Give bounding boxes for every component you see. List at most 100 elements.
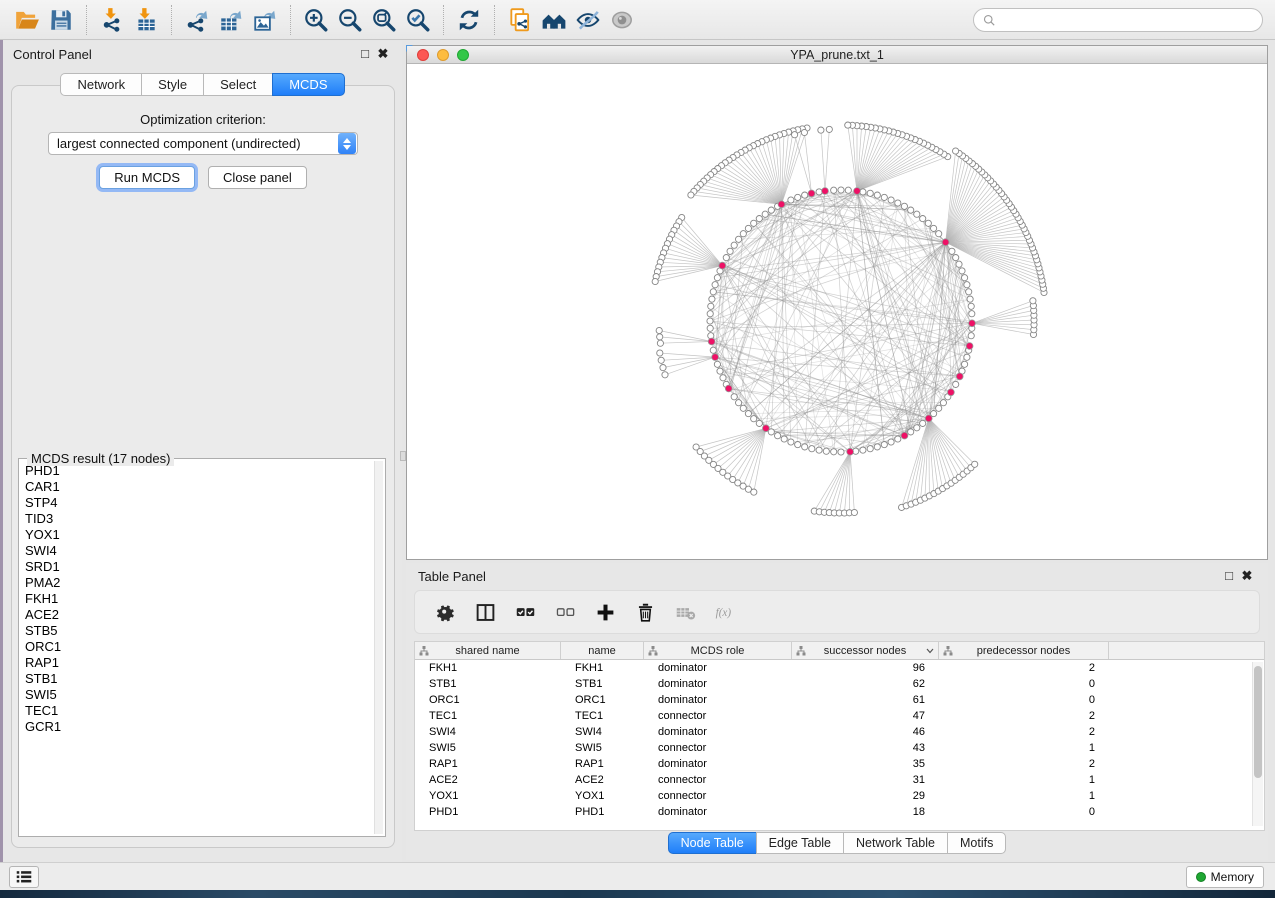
float-panel-icon[interactable]: □ <box>1220 567 1238 585</box>
table-cell: 35 <box>792 758 939 770</box>
mcds-result-item[interactable]: PHD1 <box>23 463 373 479</box>
search-field[interactable] <box>973 8 1263 32</box>
table-cell: PHD1 <box>415 806 561 818</box>
save-session-button[interactable] <box>44 4 78 36</box>
tab-network[interactable]: Network <box>60 73 141 96</box>
mcds-result-item[interactable]: STB1 <box>23 671 373 687</box>
table-row[interactable]: ORC1ORC1dominator610 <box>415 692 1264 708</box>
zoom-in-button[interactable] <box>299 4 333 36</box>
column-header-mcds-role[interactable]: MCDS role <box>644 642 792 659</box>
table-row[interactable]: SWI5SWI5connector431 <box>415 740 1264 756</box>
refresh-button[interactable] <box>452 4 486 36</box>
table-cell: ORC1 <box>415 694 561 706</box>
mcds-result-item[interactable]: SRD1 <box>23 559 373 575</box>
table-row[interactable]: RAP1RAP1dominator352 <box>415 756 1264 772</box>
table-row[interactable]: FKH1FKH1dominator962 <box>415 660 1264 676</box>
deselect-all-button[interactable] <box>555 602 576 623</box>
mcds-result-item[interactable]: STB5 <box>23 623 373 639</box>
table-row[interactable]: STB1STB1dominator620 <box>415 676 1264 692</box>
column-header-name[interactable]: name <box>561 642 644 659</box>
fx-icon: f(x) <box>715 602 736 623</box>
mcds-result-item[interactable]: ACE2 <box>23 607 373 623</box>
create-column-button[interactable] <box>595 602 616 623</box>
select-all-button[interactable] <box>515 602 536 623</box>
tab-style[interactable]: Style <box>141 73 203 96</box>
mcds-result-item[interactable]: FKH1 <box>23 591 373 607</box>
task-history-button[interactable] <box>9 866 39 888</box>
table-cell: 62 <box>792 678 939 690</box>
table-cell: 47 <box>792 710 939 722</box>
clone-network-button[interactable] <box>503 4 537 36</box>
zoom-selected-button[interactable] <box>401 4 435 36</box>
mcds-result-item[interactable]: SWI4 <box>23 543 373 559</box>
delete-column-button[interactable] <box>635 602 656 623</box>
control-panel: Control Panel □ ✖ Network Style Select M… <box>3 41 402 862</box>
tab-mcds[interactable]: MCDS <box>272 73 344 96</box>
memory-button[interactable]: Memory <box>1186 866 1264 888</box>
table-row[interactable]: TEC1TEC1connector472 <box>415 708 1264 724</box>
close-panel-icon[interactable]: ✖ <box>1238 567 1256 585</box>
mcds-result-item[interactable]: ORC1 <box>23 639 373 655</box>
table-panel: Table Panel □ ✖ <box>406 563 1268 860</box>
table-cell: 1 <box>939 774 1109 786</box>
mcds-result-item[interactable]: CAR1 <box>23 479 373 495</box>
tab-select[interactable]: Select <box>203 73 272 96</box>
column-label: predecessor nodes <box>977 645 1071 657</box>
home-button[interactable] <box>537 4 571 36</box>
table-row[interactable]: YOX1YOX1connector291 <box>415 788 1264 804</box>
table-row[interactable]: SWI4SWI4dominator462 <box>415 724 1264 740</box>
function-builder-button[interactable]: f(x) <box>715 602 736 623</box>
column-label: name <box>588 645 616 657</box>
import-table-button[interactable] <box>129 4 163 36</box>
delete-table-button[interactable] <box>675 602 696 623</box>
optimization-criterion-select[interactable]: largest connected component (undirected) <box>48 132 358 155</box>
network-titlebar[interactable]: YPA_prune.txt_1 <box>407 46 1267 64</box>
table-cell: 61 <box>792 694 939 706</box>
table-cell: SWI5 <box>561 742 644 754</box>
import-network-button[interactable] <box>95 4 129 36</box>
tab-motifs[interactable]: Motifs <box>947 832 1006 854</box>
mcds-result-item[interactable]: STP4 <box>23 495 373 511</box>
scrollbar-thumb[interactable] <box>1254 666 1262 778</box>
mcds-list-scrollbar[interactable] <box>374 461 383 834</box>
tab-edge-table[interactable]: Edge Table <box>756 832 843 854</box>
table-options-button[interactable] <box>435 602 456 623</box>
float-panel-icon[interactable]: □ <box>356 45 374 63</box>
trash-icon <box>635 602 656 623</box>
mcds-result-item[interactable]: YOX1 <box>23 527 373 543</box>
column-header-shared-name[interactable]: shared name <box>415 642 561 659</box>
close-panel-icon[interactable]: ✖ <box>374 45 392 63</box>
export-image-button[interactable] <box>248 4 282 36</box>
hide-selected-button[interactable] <box>571 4 605 36</box>
open-session-button[interactable] <box>10 4 44 36</box>
mcds-result-item[interactable]: TEC1 <box>23 703 373 719</box>
column-header-predecessor-nodes[interactable]: predecessor nodes <box>939 642 1109 659</box>
zoom-fit-button[interactable] <box>367 4 401 36</box>
network-canvas[interactable] <box>407 64 1267 559</box>
table-cell: dominator <box>644 758 792 770</box>
table-row[interactable]: PHD1PHD1dominator180 <box>415 804 1264 820</box>
search-input[interactable] <box>997 13 1254 27</box>
tab-node-table[interactable]: Node Table <box>668 832 756 854</box>
table-scrollbar[interactable] <box>1252 662 1263 826</box>
mcds-result-item[interactable]: TID3 <box>23 511 373 527</box>
mcds-result-item[interactable]: RAP1 <box>23 655 373 671</box>
mcds-result-item[interactable]: PMA2 <box>23 575 373 591</box>
mcds-result-item[interactable]: GCR1 <box>23 719 373 735</box>
export-image-icon <box>252 7 278 33</box>
checked-boxes-icon <box>515 602 536 623</box>
run-mcds-button[interactable]: Run MCDS <box>99 166 195 189</box>
splitter-grip[interactable] <box>400 451 406 461</box>
export-table-button[interactable] <box>214 4 248 36</box>
shared-column-icon <box>648 646 658 656</box>
table-row[interactable]: ACE2ACE2connector311 <box>415 772 1264 788</box>
mcds-result-item[interactable]: SWI5 <box>23 687 373 703</box>
close-panel-button[interactable]: Close panel <box>208 166 307 189</box>
column-label: shared name <box>455 645 519 657</box>
zoom-out-button[interactable] <box>333 4 367 36</box>
show-column-panel-button[interactable] <box>475 602 496 623</box>
column-header-successor-nodes[interactable]: successor nodes <box>792 642 939 659</box>
show-hidden-button[interactable] <box>605 4 639 36</box>
export-network-button[interactable] <box>180 4 214 36</box>
tab-network-table[interactable]: Network Table <box>843 832 947 854</box>
